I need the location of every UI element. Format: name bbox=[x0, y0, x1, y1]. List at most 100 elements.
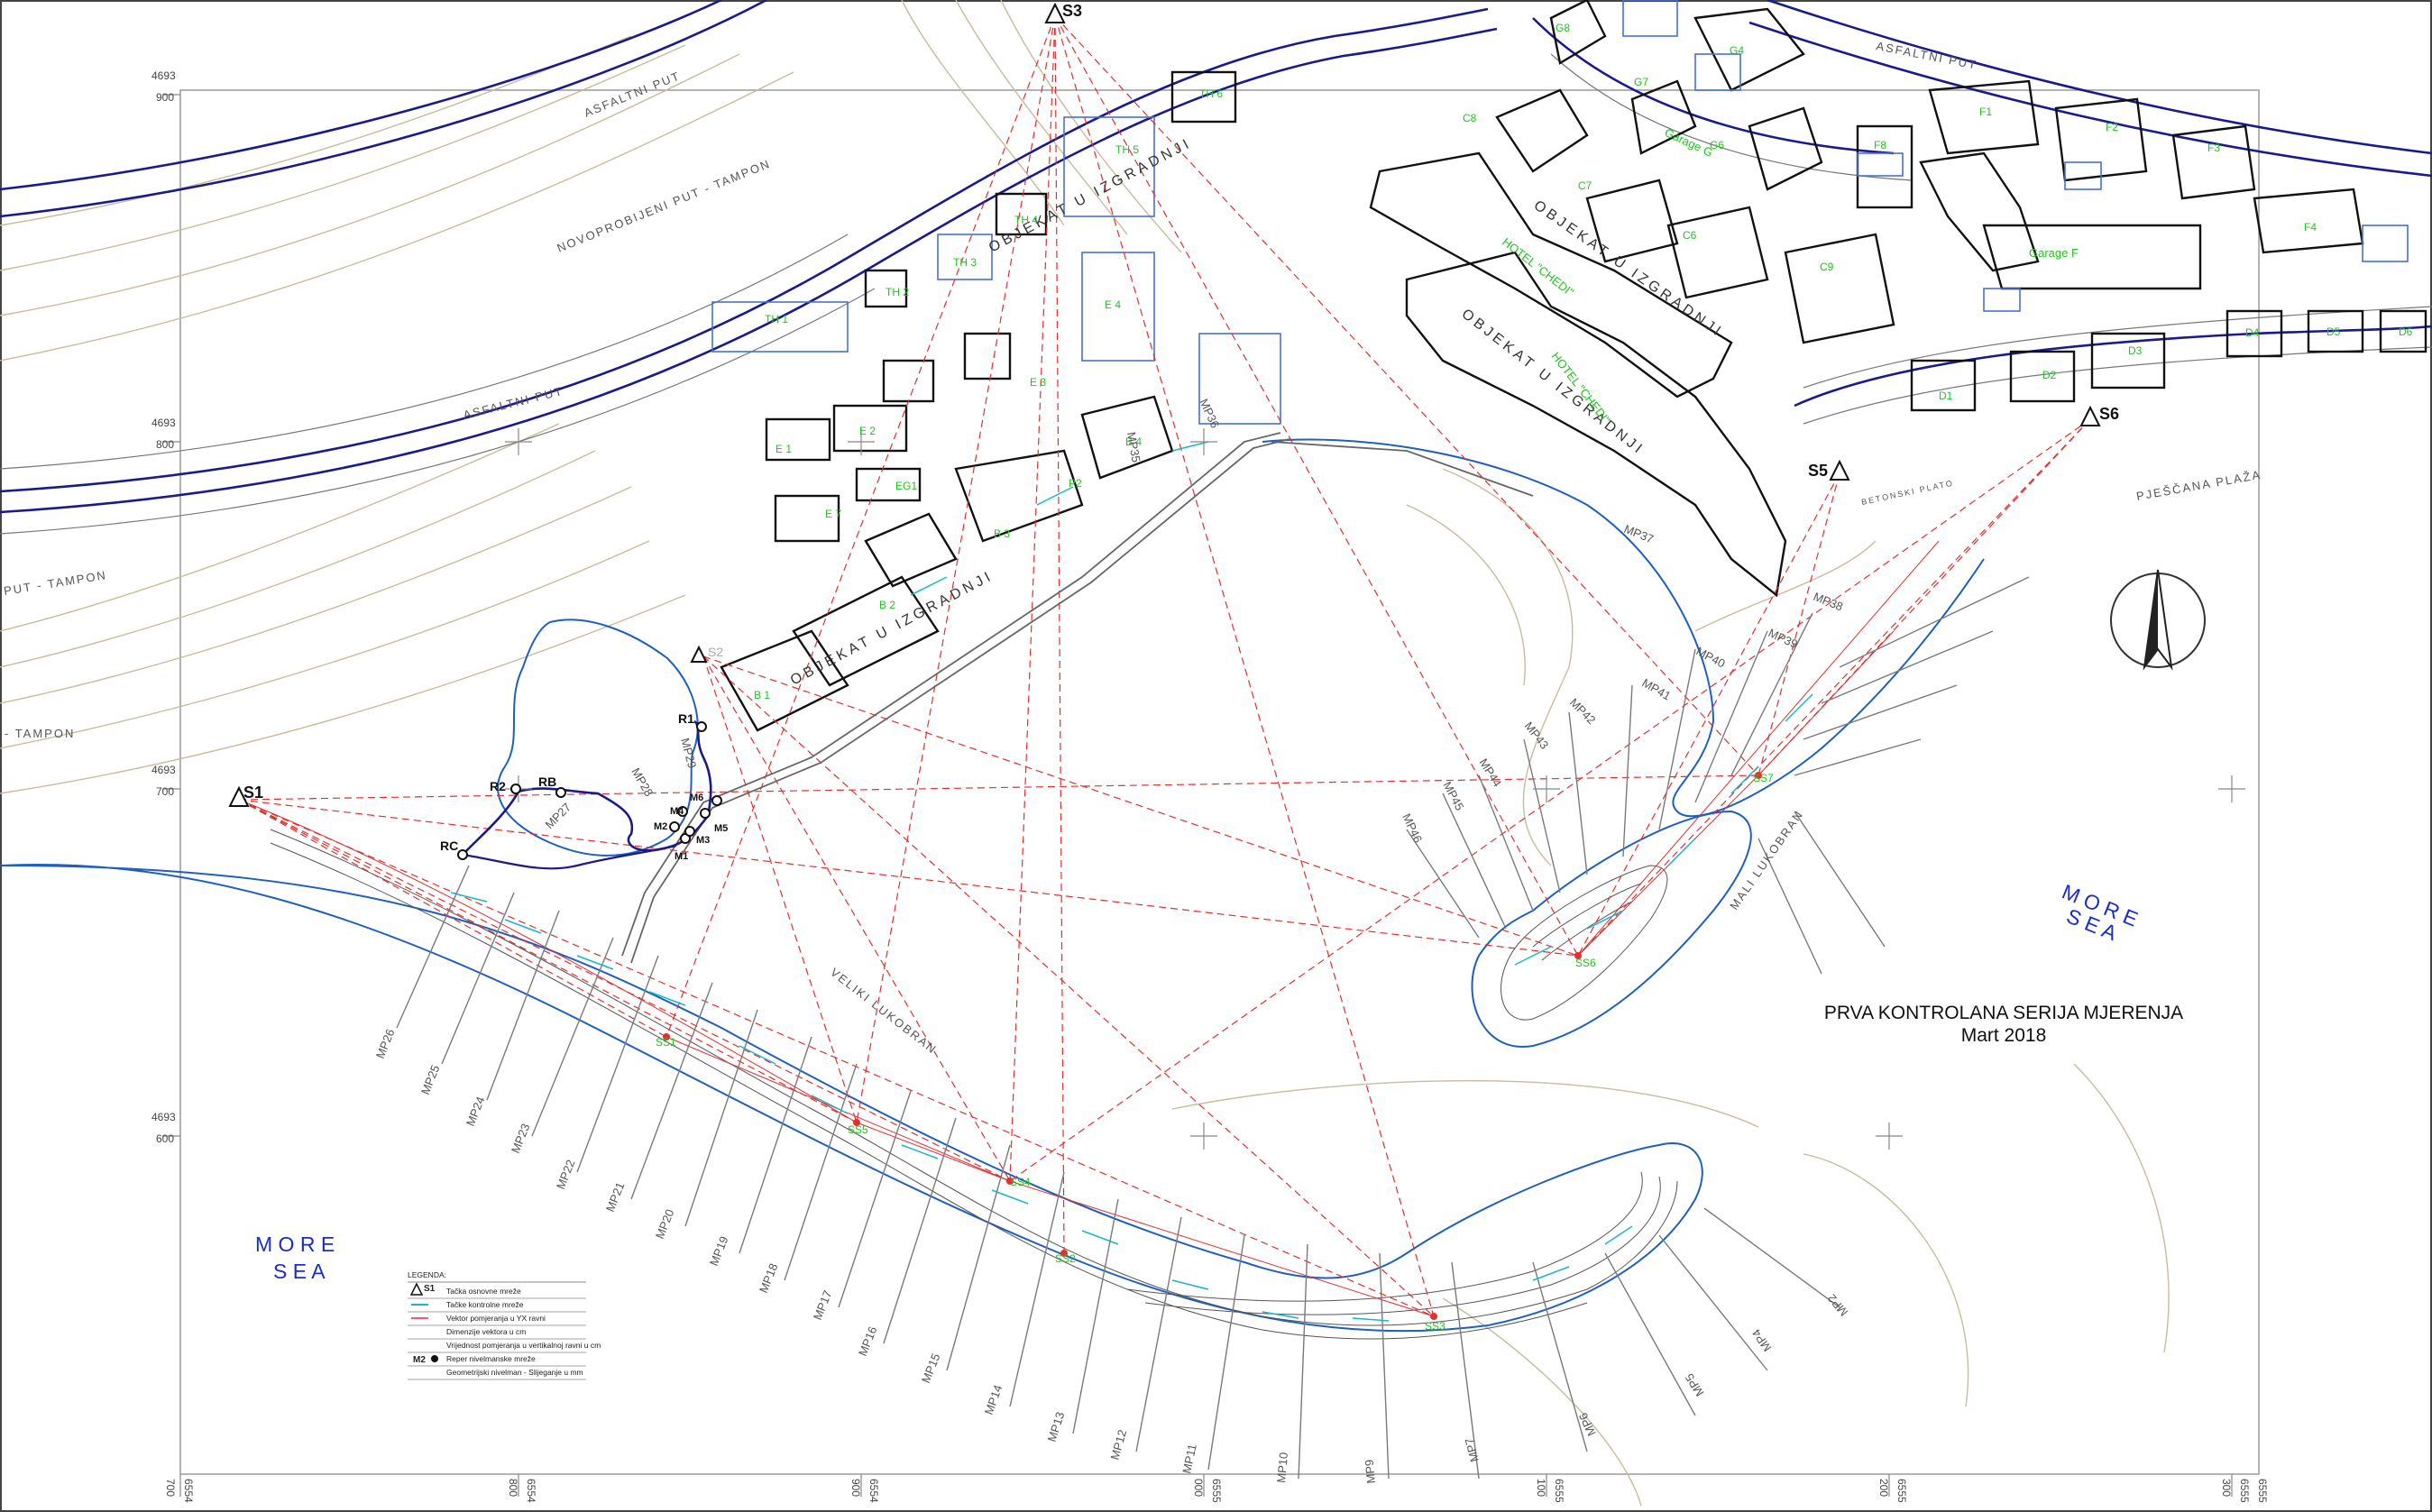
bldg-eg1: EG1 bbox=[895, 480, 917, 492]
label-s6: S6 bbox=[2099, 405, 2119, 423]
bldg-d3: D3 bbox=[2128, 344, 2143, 357]
label-m4: M4 bbox=[670, 806, 684, 817]
legend-item-1: Tačka osnovne mreže bbox=[446, 1287, 521, 1296]
label-m1: M1 bbox=[675, 851, 688, 862]
label-mp23: MP23 bbox=[509, 1122, 533, 1155]
grid-bottom-12: 200 bbox=[1877, 1479, 1890, 1497]
grid-left-3-bottom: 700 bbox=[156, 785, 174, 798]
breakwater-hatching bbox=[270, 829, 1678, 1340]
road-betonski: BETONSKI PLATO bbox=[1860, 478, 1954, 507]
legend-item-5: Vrijednost pomjeranja u vertikalnoj ravn… bbox=[446, 1341, 601, 1350]
bldg-d6: D6 bbox=[2399, 325, 2413, 338]
label-mp46: MP46 bbox=[1400, 811, 1425, 845]
label-mp18: MP18 bbox=[757, 1261, 781, 1295]
base-point-s5-marker bbox=[1829, 459, 1850, 481]
bldg-p2: P2 bbox=[1069, 477, 1082, 490]
legend-base-point-icon bbox=[409, 1282, 424, 1296]
bldg-c9: C9 bbox=[1820, 261, 1834, 273]
label-ss5: SS5 bbox=[848, 1123, 868, 1136]
label-m3: M3 bbox=[696, 835, 710, 846]
profile-labels: MP26 MP25 MP24 MP23 MP22 MP21 MP20 MP19 … bbox=[373, 397, 1850, 1484]
label-ss7: SS7 bbox=[1753, 772, 1774, 784]
label-mp12: MP12 bbox=[1107, 1428, 1129, 1462]
label-mp26: MP26 bbox=[373, 1027, 398, 1060]
label-m2: M2 bbox=[654, 821, 667, 832]
legend-symbol-m2: M2 bbox=[413, 1355, 426, 1365]
grid-bottom-13: 6555 bbox=[2238, 1479, 2251, 1503]
grid-labels-bottom: 700 6554 800 6554 900 6554 6555 000 6555… bbox=[164, 1479, 2269, 1503]
label-mp14: MP14 bbox=[982, 1383, 1005, 1416]
base-point-s6-marker bbox=[2079, 405, 2101, 426]
grid-bottom-6: 6554 bbox=[867, 1479, 880, 1503]
label-mp39: MP39 bbox=[1767, 626, 1800, 651]
label-s5: S5 bbox=[1808, 462, 1828, 480]
road-put-tampon-1: PUT - TAMPON bbox=[3, 568, 108, 598]
bldg-f1: F1 bbox=[1979, 105, 1992, 118]
bldg-f4: F4 bbox=[2304, 221, 2317, 234]
roads-secondary bbox=[0, 53, 2432, 535]
bldg-e3: E 3 bbox=[1030, 376, 1046, 389]
label-mp24: MP24 bbox=[463, 1095, 488, 1128]
outer-frame bbox=[0, 0, 2432, 1512]
bldg-e4: E 4 bbox=[1105, 298, 1121, 311]
legend: LEGENDA: S1 Tačka osnovne mreže Tačke ko… bbox=[408, 1270, 601, 1380]
label-mp15: MP15 bbox=[919, 1352, 943, 1385]
label-mp9: MP9 bbox=[1363, 1459, 1378, 1484]
label-mp36: MP36 bbox=[1197, 397, 1222, 430]
label-m6: M6 bbox=[690, 793, 703, 803]
label-s3: S3 bbox=[1062, 2, 1082, 20]
survey-lines-solid bbox=[238, 540, 1940, 1317]
road-mali-lukobran: MALI LUKOBRAN bbox=[1727, 807, 1806, 912]
bldg-c6: C6 bbox=[1683, 229, 1697, 242]
label-rc: RC bbox=[440, 838, 458, 853]
base-point-s3-marker bbox=[1044, 2, 1066, 23]
grid-left-4-top: 4693 bbox=[151, 1111, 176, 1123]
label-mp5: MP5 bbox=[1683, 1371, 1707, 1399]
grid-left-2-top: 4693 bbox=[151, 417, 176, 429]
legend-symbol-s1: S1 bbox=[424, 1284, 436, 1294]
sea-text: M O R E S E A M O R E S E A bbox=[255, 880, 2142, 1283]
base-point-s2-marker bbox=[690, 645, 708, 663]
title-line-1: PRVA KONTROLANA SERIJA MJERENJA bbox=[1824, 1003, 2183, 1023]
label-mp40: MP40 bbox=[1694, 644, 1728, 670]
road-pjescana: PJEŠČANA PLAŽA bbox=[2135, 468, 2262, 503]
sea-label-left-2: S E A bbox=[273, 1260, 326, 1283]
bldg-g8: G8 bbox=[1556, 22, 1570, 34]
grid-left-4-bottom: 600 bbox=[156, 1132, 174, 1145]
label-mp4: MP4 bbox=[1749, 1326, 1775, 1354]
bldg-f8: F8 bbox=[1874, 139, 1886, 151]
bldg-d4: D4 bbox=[2245, 326, 2260, 339]
label-mp21: MP21 bbox=[603, 1180, 628, 1214]
legend-title: LEGENDA: bbox=[408, 1270, 446, 1279]
map-title: PRVA KONTROLANA SERIJA MJERENJA Mart 201… bbox=[1824, 1003, 2183, 1046]
grid-left-1-bottom: 900 bbox=[156, 91, 174, 104]
label-mp2: MP2 bbox=[1825, 1292, 1851, 1319]
label-ss4: SS4 bbox=[1010, 1176, 1031, 1188]
legend-item-2: Tačke kontrolne mreže bbox=[446, 1300, 524, 1309]
grid-left-3-top: 4693 bbox=[151, 764, 176, 776]
bldg-b1: B 1 bbox=[754, 689, 770, 701]
legend-item-7: Geometrijski nivelman - Slijeganje u mm bbox=[446, 1368, 583, 1377]
label-mp41: MP41 bbox=[1640, 676, 1674, 703]
bldg-c8: C8 bbox=[1463, 112, 1477, 124]
bldg-g4: G4 bbox=[1730, 44, 1744, 57]
legend-benchmark-icon bbox=[431, 1355, 438, 1362]
label-ss2: SS2 bbox=[1055, 1252, 1076, 1265]
label-mp25: MP25 bbox=[418, 1063, 443, 1096]
bldg-d5: D5 bbox=[2326, 325, 2341, 338]
grid-bottom-11: 6555 bbox=[1895, 1479, 1908, 1503]
label-s1: S1 bbox=[243, 783, 263, 802]
bldg-b3: B 3 bbox=[994, 527, 1010, 540]
bldg-c7: C7 bbox=[1578, 179, 1592, 192]
bldg-g6: G6 bbox=[1710, 139, 1724, 151]
road-veliki-lukobran: VELIKI LUKOBRAN bbox=[828, 966, 940, 1057]
road-asfaltni-1: ASFALTNI PUT bbox=[583, 69, 683, 120]
bldg-f3: F3 bbox=[2207, 142, 2220, 154]
label-m5: M5 bbox=[714, 823, 728, 834]
label-mp16: MP16 bbox=[856, 1324, 880, 1358]
grid-bottom-4: 6554 bbox=[525, 1479, 537, 1503]
grid-bottom-15: 6555 bbox=[2256, 1479, 2269, 1503]
legend-item-3: Vektor pomjeranja u YX ravni bbox=[446, 1314, 546, 1323]
title-line-2: Mart 2018 bbox=[1961, 1025, 2047, 1046]
label-ss3: SS3 bbox=[1425, 1320, 1445, 1333]
